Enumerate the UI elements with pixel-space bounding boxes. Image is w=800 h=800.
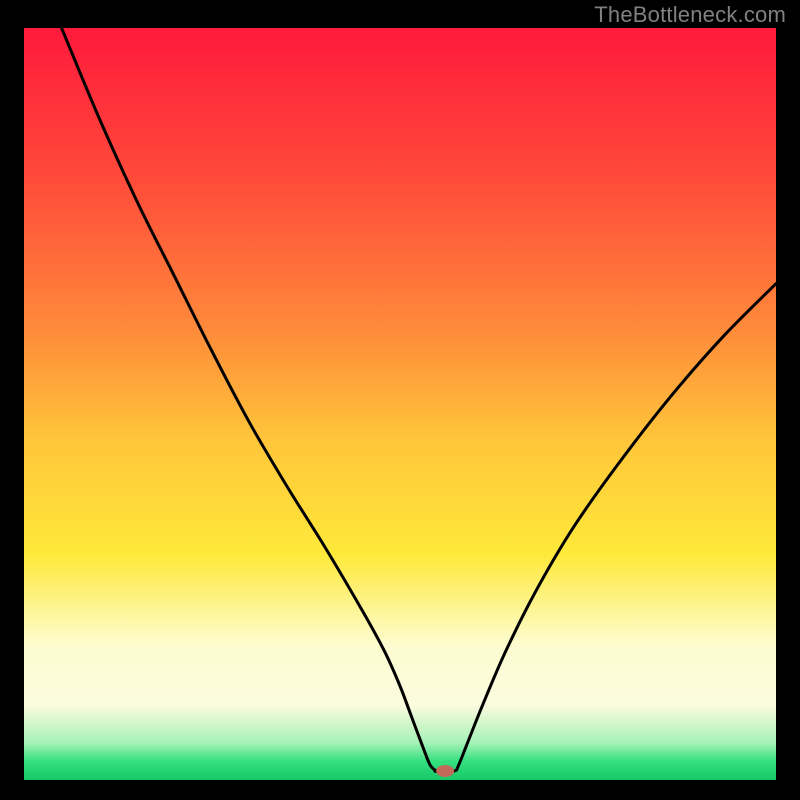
chart-frame: TheBottleneck.com: [0, 0, 800, 800]
plot-area: [24, 28, 776, 780]
bottleneck-marker: [436, 765, 454, 777]
watermark-text: TheBottleneck.com: [594, 2, 786, 28]
bottleneck-chart: [24, 28, 776, 780]
